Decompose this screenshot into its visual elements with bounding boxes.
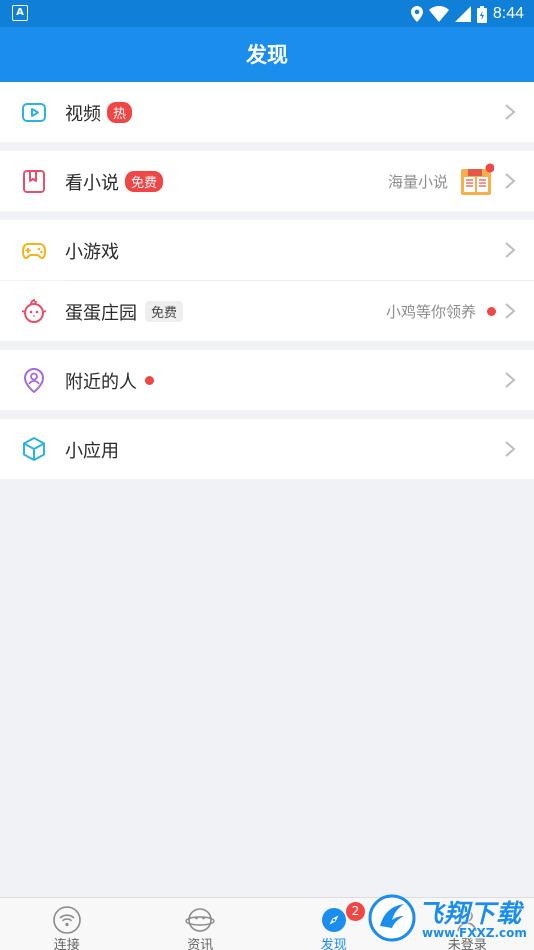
row-mini-apps-label: 小应用 xyxy=(65,441,119,462)
chevron-right-icon xyxy=(505,441,516,457)
book-icon xyxy=(23,170,45,193)
compass-icon xyxy=(321,908,346,932)
hot-badge: 热 xyxy=(107,102,133,123)
tab-connect[interactable]: 连接 xyxy=(0,898,134,950)
cube-icon xyxy=(23,437,45,461)
chevron-right-icon xyxy=(505,303,516,319)
row-nearby-label: 附近的人 xyxy=(65,368,154,394)
row-novel[interactable]: 看小说 免费 海量小说 xyxy=(0,151,534,211)
notification-a-icon: A xyxy=(12,5,28,21)
status-bar: A 8:44 xyxy=(0,0,534,27)
wifi-signal-icon xyxy=(428,6,449,22)
row-video[interactable]: 视频热 xyxy=(0,82,534,142)
row-game[interactable]: 小游戏 xyxy=(0,220,534,280)
tab-badge-count: 2 xyxy=(346,902,365,921)
row-nearby[interactable]: 附近的人 xyxy=(0,350,534,410)
chevron-right-icon xyxy=(505,372,516,388)
row-video-label: 视频热 xyxy=(65,100,133,126)
free-badge: 免费 xyxy=(145,301,184,322)
tab-news[interactable]: 资讯 xyxy=(134,898,268,950)
clock: 8:44 xyxy=(492,5,524,22)
gamepad-icon xyxy=(22,243,46,259)
notification-dot xyxy=(487,307,496,316)
novel-book-thumbnail-icon xyxy=(461,163,494,195)
wifi-icon xyxy=(52,906,81,934)
watermark-brand-text: 飞翔下载 xyxy=(418,899,523,928)
location-icon xyxy=(410,6,423,22)
page-title: 发现 xyxy=(246,43,288,67)
chevron-right-icon xyxy=(505,242,516,258)
cell-signal-icon xyxy=(454,6,471,22)
row-farm[interactable]: 蛋蛋庄园 免费 小鸡等你领养 xyxy=(0,281,534,341)
row-game-label: 小游戏 xyxy=(65,242,119,263)
tab-label: 连接 xyxy=(53,938,80,950)
app-header: 发现 xyxy=(0,27,534,82)
tab-label: 资讯 xyxy=(187,938,214,950)
row-mini-apps[interactable]: 小应用 xyxy=(0,419,534,479)
watermark-url-text: www.FXXZ.com xyxy=(422,926,527,940)
status-icons: 8:44 xyxy=(410,4,524,24)
location-person-icon xyxy=(24,368,44,393)
free-badge: 免费 xyxy=(125,171,164,192)
site-watermark: 飞翔下载 www.FXXZ.com xyxy=(368,888,534,950)
chick-icon xyxy=(21,298,47,323)
chevron-right-icon xyxy=(505,173,516,189)
novel-subtitle: 海量小说 xyxy=(387,173,448,191)
chevron-right-icon xyxy=(505,104,516,120)
video-icon xyxy=(22,103,46,122)
row-novel-label: 看小说 免费 xyxy=(65,169,164,195)
battery-icon xyxy=(476,5,487,23)
farm-subtitle: 小鸡等你领养 xyxy=(385,303,476,321)
row-farm-label: 蛋蛋庄园 免费 xyxy=(65,299,184,325)
planet-face-icon xyxy=(185,908,215,932)
notification-dot xyxy=(145,376,154,385)
